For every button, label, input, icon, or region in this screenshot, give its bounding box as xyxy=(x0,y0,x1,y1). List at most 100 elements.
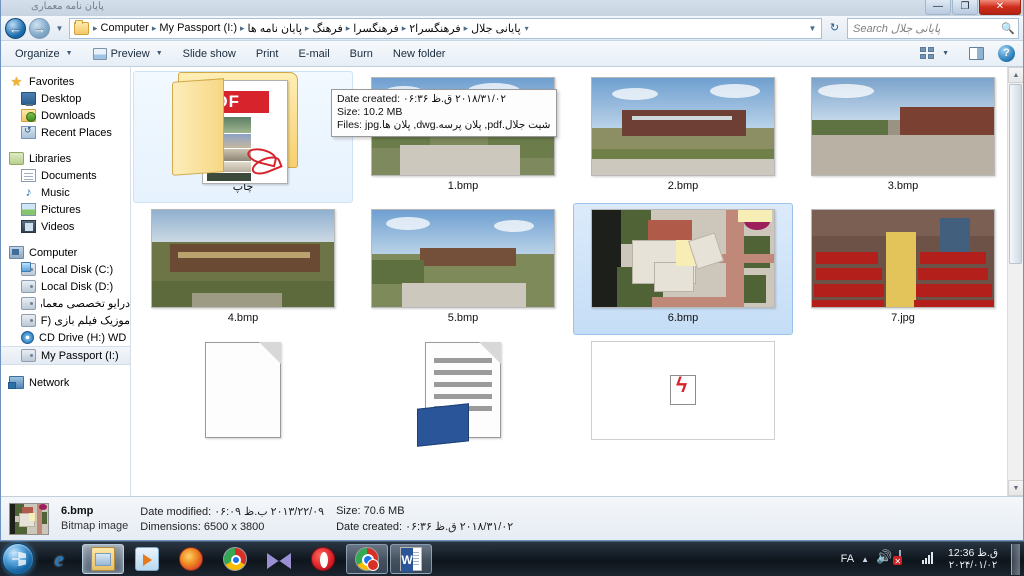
breadcrumb-item-3[interactable]: پایان نامه ها xyxy=(246,22,304,35)
change-view-button[interactable]: ▼ xyxy=(910,43,959,65)
scroll-down-button[interactable]: ▼ xyxy=(1008,480,1023,496)
breadcrumb-separator-icon[interactable]: ▸ xyxy=(345,23,352,34)
sidebar-item-my-passport[interactable]: My Passport (I:) xyxy=(1,346,130,365)
taskbar: e FA ▲ 12:36 ق.ظ ۲۰۲۴/۰۱/۰۲ xyxy=(0,541,1024,576)
minimize-button[interactable]: — xyxy=(925,0,951,15)
show-desktop-button[interactable] xyxy=(1011,543,1020,575)
forward-button[interactable]: → xyxy=(29,17,50,39)
file-item-folder-chap[interactable]: PDF xyxy=(133,71,353,203)
file-item-word-document[interactable] xyxy=(353,335,573,467)
details-date-modified: Date modified: ۲۰۱۳/۲۲/۰۹ ب.ظ ۰۶:۰۹ xyxy=(140,505,324,518)
speaker-icon[interactable] xyxy=(876,549,892,567)
new-folder-button[interactable]: New folder xyxy=(383,43,456,65)
sidebar-item-cd-drive-h[interactable]: CD Drive (H:) WD Un xyxy=(1,329,130,346)
file-name-label: 2.bmp xyxy=(667,180,699,192)
nav-group-network: Network xyxy=(1,374,130,391)
scroll-up-button[interactable]: ▲ xyxy=(1008,67,1023,83)
taskbar-item-internet-explorer[interactable]: e xyxy=(38,544,80,574)
file-item-6-bmp[interactable]: 6.bmp xyxy=(573,203,793,335)
sidebar-item-recent-places[interactable]: Recent Places xyxy=(1,124,130,141)
details-name-block: 6.bmp Bitmap image xyxy=(61,505,128,532)
sidebar-item-documents[interactable]: Documents xyxy=(1,167,130,184)
flag-icon[interactable] xyxy=(899,550,915,567)
breadcrumb-bar[interactable]: ▾ پایانی جلال ▸ فرهنگسرا۲ ▸ فرهنگسرا ▸ ف… xyxy=(69,17,822,39)
file-name-label: 4.bmp xyxy=(227,312,259,324)
sidebar-item-videos[interactable]: Videos xyxy=(1,218,130,235)
breadcrumb-separator-icon[interactable]: ▸ xyxy=(92,23,99,34)
sidebar-item-desktop[interactable]: Desktop xyxy=(1,90,130,107)
show-hidden-icons-caret-icon[interactable]: ▲ xyxy=(861,555,869,564)
breadcrumb-separator-icon[interactable]: ▸ xyxy=(401,23,408,34)
taskbar-item-microsoft-word[interactable] xyxy=(390,544,432,574)
network-signal-icon[interactable] xyxy=(922,551,938,567)
breadcrumb-item-1[interactable]: Computer xyxy=(99,22,151,34)
sidebar-item-computer[interactable]: Computer xyxy=(1,244,130,261)
sidebar-item-network[interactable]: Network xyxy=(1,374,130,391)
print-button[interactable]: Print xyxy=(246,43,289,65)
recent-places-icon xyxy=(21,125,36,139)
network-icon xyxy=(8,376,24,389)
organize-button[interactable]: Organize ▼ xyxy=(5,43,83,65)
start-button[interactable] xyxy=(2,543,34,575)
search-input[interactable]: Search پایانی جلال 🔍 xyxy=(847,17,1019,39)
back-button[interactable]: ← xyxy=(5,17,26,39)
sidebar-item-pictures[interactable]: Pictures xyxy=(1,201,130,218)
breadcrumb-separator-icon[interactable]: ▸ xyxy=(463,23,470,34)
pdf-icon xyxy=(670,374,696,405)
breadcrumb-item-5[interactable]: فرهنگسرا xyxy=(351,22,400,35)
taskbar-item-windows-media-player[interactable] xyxy=(126,544,168,574)
sidebar-item-downloads[interactable]: Downloads xyxy=(1,107,130,124)
maximize-button[interactable]: ❐ xyxy=(952,0,978,15)
sidebar-item-favorites[interactable]: ★ Favorites xyxy=(1,73,130,90)
sidebar-item-local-disk-d[interactable]: Local Disk (D:) xyxy=(1,278,130,295)
file-item-5-bmp[interactable]: 5.bmp xyxy=(353,203,573,335)
drive-icon xyxy=(21,314,36,327)
taskbar-item-firefox[interactable] xyxy=(170,544,212,574)
address-dropdown-caret-icon[interactable]: ▼ xyxy=(806,19,819,38)
scrollbar-thumb[interactable] xyxy=(1009,84,1022,264)
sidebar-item-drive-media[interactable]: موزیک فیلم بازی (F:) xyxy=(1,312,130,329)
sidebar-item-local-disk-c[interactable]: Local Disk (C:) xyxy=(1,261,130,278)
taskbar-item-chrome-canary[interactable] xyxy=(346,544,388,574)
taskbar-item-mail[interactable] xyxy=(258,544,300,574)
email-button[interactable]: E-mail xyxy=(288,43,339,65)
preview-button[interactable]: Preview ▼ xyxy=(83,43,173,65)
breadcrumb-item-2[interactable]: My Passport (I:) xyxy=(157,22,239,34)
clock[interactable]: 12:36 ق.ظ ۲۰۲۴/۰۱/۰۲ xyxy=(945,547,1001,572)
recent-locations-caret-icon[interactable]: ▼ xyxy=(53,18,66,39)
sidebar-label-videos: Videos xyxy=(41,220,75,233)
breadcrumb-separator-icon[interactable]: ▸ xyxy=(304,23,311,34)
breadcrumb-item-7[interactable]: پایانی جلال xyxy=(469,22,522,35)
breadcrumb-item-4[interactable]: فرهنگ xyxy=(310,22,344,35)
language-indicator[interactable]: FA xyxy=(841,553,854,565)
sidebar-item-libraries[interactable]: Libraries xyxy=(1,150,130,167)
file-item-blank-document[interactable] xyxy=(133,335,353,467)
taskbar-item-chrome[interactable] xyxy=(214,544,256,574)
file-item-4-bmp[interactable]: 4.bmp xyxy=(133,203,353,335)
vertical-scrollbar[interactable]: ▲ ▼ xyxy=(1007,67,1023,496)
close-button[interactable]: ✕ xyxy=(979,0,1021,15)
refresh-button[interactable]: ↻ xyxy=(825,19,844,38)
sidebar-label-my-passport: My Passport (I:) xyxy=(41,349,119,362)
file-list-area[interactable]: PDF xyxy=(131,67,1023,496)
breadcrumb-item-6[interactable]: فرهنگسرا۲ xyxy=(407,22,462,35)
breadcrumb-separator-icon[interactable]: ▸ xyxy=(151,23,158,34)
taskbar-item-windows-explorer[interactable] xyxy=(82,544,124,574)
file-item-pdf-document[interactable] xyxy=(573,335,793,467)
breadcrumb-separator-icon[interactable]: ▸ xyxy=(239,23,246,34)
help-button[interactable]: ? xyxy=(998,45,1015,62)
preview-pane-button[interactable] xyxy=(959,43,994,65)
file-item-2-bmp[interactable]: 2.bmp xyxy=(573,71,793,203)
taskbar-item-opera[interactable] xyxy=(302,544,344,574)
window-body: ★ Favorites Desktop Downloads Recent Pla… xyxy=(1,67,1023,496)
nav-group-favorites: ★ Favorites Desktop Downloads Recent Pla… xyxy=(1,73,130,141)
slide-show-button[interactable]: Slide show xyxy=(173,43,246,65)
breadcrumb-overflow-caret-icon[interactable]: ▾ xyxy=(523,24,531,33)
sidebar-item-drive-architecture[interactable]: درایو تخصصی معماری xyxy=(1,295,130,312)
burn-button[interactable]: Burn xyxy=(340,43,383,65)
title-bar[interactable]: پایان نامه معماری — ❐ ✕ xyxy=(1,0,1023,16)
sidebar-item-music[interactable]: ♪ Music xyxy=(1,184,130,201)
thumbnail-image xyxy=(591,76,775,176)
file-item-3-bmp[interactable]: 3.bmp xyxy=(793,71,1013,203)
file-item-7-jpg[interactable]: 7.jpg xyxy=(793,203,1013,335)
